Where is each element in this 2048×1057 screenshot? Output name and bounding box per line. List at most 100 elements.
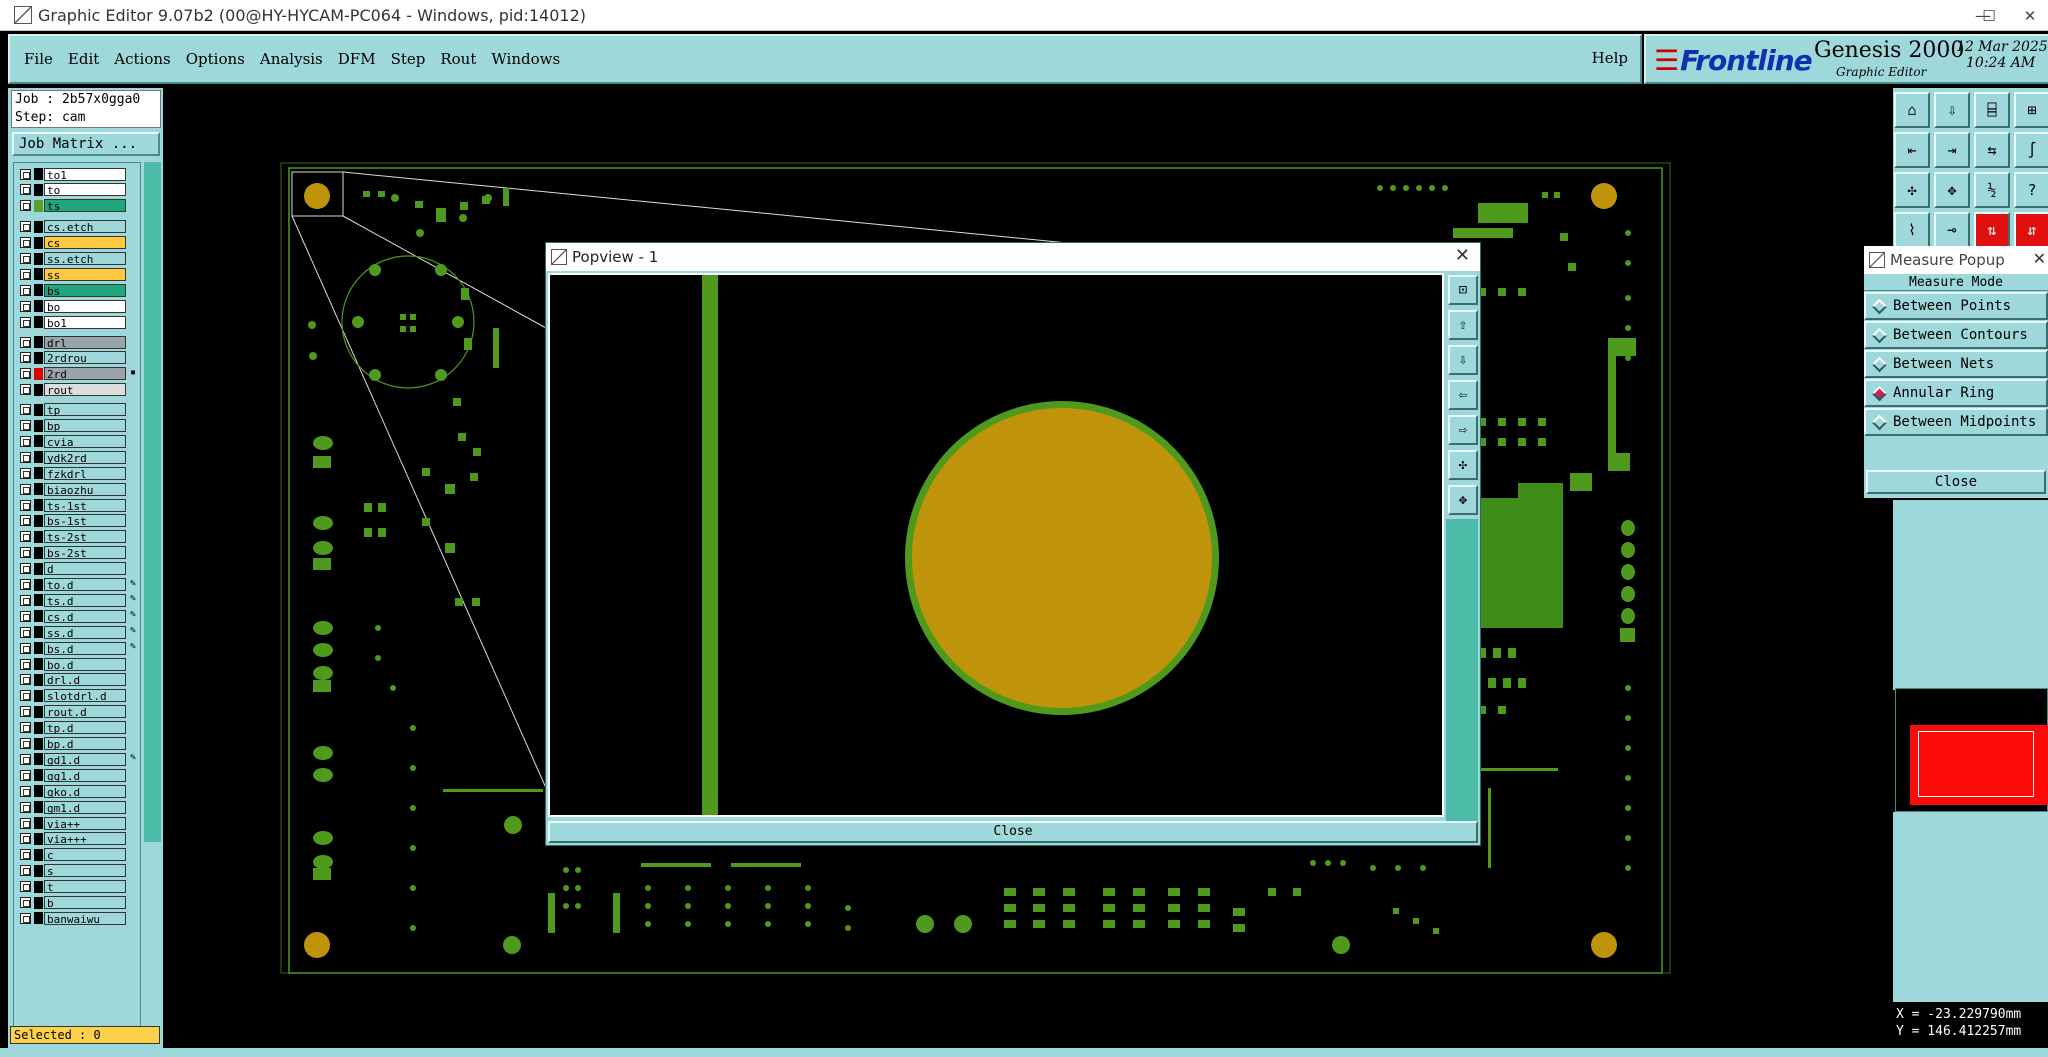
layer-name[interactable]: s [44,864,126,878]
layer-name[interactable]: to [44,183,126,197]
layer-checkbox[interactable] [20,515,31,527]
layer-checkbox[interactable] [20,610,31,622]
layer-checkbox[interactable] [20,547,31,559]
layer-name[interactable]: ydk2rd [44,450,126,465]
layer-checkbox[interactable] [20,184,31,196]
layer-row[interactable]: ydk2rd [20,450,126,465]
layer-checkbox[interactable] [20,801,31,813]
layer-checkbox[interactable] [20,690,31,702]
layer-row[interactable]: rout.d [20,705,126,719]
layer-row[interactable]: bo [20,299,126,314]
tool-down-icon[interactable]: ⇩ [1934,92,1970,128]
layer-row[interactable]: drl.d [20,673,126,687]
menu-analysis[interactable]: Analysis [260,50,323,68]
menu-help[interactable]: Help [1592,49,1628,67]
layer-row[interactable]: 2rdrou [20,351,126,365]
layer-row[interactable]: bp.d [20,737,126,751]
tool-curve-icon[interactable]: ∫ [2014,132,2048,168]
menu-edit[interactable]: Edit [68,50,99,68]
tool-center-icon[interactable]: ✥ [1934,172,1970,208]
layer-row[interactable]: slotdrl.d [20,689,126,703]
layer-name[interactable]: ss.d [44,625,126,640]
popview-title-bar[interactable]: Popview - 1 ✕ [546,243,1480,271]
zoom-home-icon[interactable]: ✣ [1448,450,1478,480]
tool-grid-icon[interactable]: ⊞ [2014,92,2048,128]
tool-measure-icon[interactable]: ⌇ [1894,212,1930,248]
layer-checkbox[interactable] [20,626,31,638]
overview-map[interactable] [1895,688,2048,812]
layer-checkbox[interactable] [20,865,31,877]
layer-name[interactable]: bs [44,283,126,298]
layer-name[interactable]: ts [44,199,126,213]
layer-name[interactable]: bo [44,299,126,314]
layer-name[interactable]: ss [44,267,126,282]
layer-row[interactable]: 2rd ▪ [20,367,136,381]
layer-row[interactable]: cvia [20,434,126,449]
layer-checkbox[interactable] [20,483,31,495]
menu-dfm[interactable]: DFM [338,50,376,68]
layer-checkbox[interactable] [20,769,31,781]
layer-row[interactable]: to.d ✎ [20,578,136,592]
layer-row[interactable]: bs.d ✎ [20,641,136,656]
layer-row[interactable]: bs [20,283,126,298]
menu-file[interactable]: File [24,50,53,68]
tool-snap-alt-icon[interactable]: ⇵ [2014,212,2048,248]
layer-checkbox[interactable] [20,336,31,348]
layer-row[interactable]: ts [20,199,126,213]
layer-name[interactable]: bp.d [44,737,126,751]
layer-name[interactable]: cvia [44,434,126,449]
tool-home-icon[interactable]: ⌂ [1894,92,1930,128]
measure-option-between-contours[interactable]: Between Contours [1864,321,2048,349]
tool-left-icon[interactable]: ⇤ [1894,132,1930,168]
layer-row[interactable]: rout [20,383,126,397]
layer-checkbox[interactable] [20,912,31,924]
layer-row[interactable]: tp.d [20,721,126,735]
layer-checkbox[interactable] [20,316,31,328]
tool-probe-icon[interactable]: ⊸ [1934,212,1970,248]
layer-checkbox[interactable] [20,849,31,861]
layer-checkbox[interactable] [20,284,31,296]
layer-row[interactable]: drl [20,335,126,350]
layer-name[interactable]: tp [44,403,126,417]
layer-checkbox[interactable] [20,753,31,765]
layer-name[interactable]: b [44,896,126,910]
layer-name[interactable]: ts-2st [44,530,126,544]
layer-checkbox[interactable] [20,368,31,380]
layer-name[interactable]: fzkdrl [44,466,126,481]
layer-name[interactable]: 2rdrou [44,351,126,365]
layer-name[interactable]: bs.d [44,641,126,656]
measure-option-annular-ring[interactable]: Annular Ring [1864,379,2048,407]
layer-name[interactable]: via+++ [44,832,126,846]
layer-name[interactable]: bo1 [44,315,126,330]
layer-name[interactable]: 2rd [44,367,126,381]
layer-checkbox[interactable] [20,237,31,249]
measure-title-bar[interactable]: Measure Popup ✕ [1864,246,2048,274]
maximize-button[interactable]: ☐ [1966,0,2012,31]
popview-close-icon[interactable]: ✕ [1455,245,1470,266]
layer-checkbox[interactable] [20,168,31,180]
tool-snap-icon[interactable]: ⇅ [1974,212,2010,248]
layer-checkbox[interactable] [20,674,31,686]
zoom-out-icon[interactable]: ⇩ [1448,345,1478,375]
layer-checkbox[interactable] [20,563,31,575]
tool-ratio-icon[interactable]: ½ [1974,172,2010,208]
layer-name[interactable]: ss.etch [44,252,126,266]
layer-row[interactable]: banwaiwu [20,911,126,926]
measure-option-between-nets[interactable]: Between Nets [1864,350,2048,378]
tool-fit-icon[interactable]: ✣ [1894,172,1930,208]
layer-name[interactable]: to.d [44,578,126,592]
close-window-button[interactable]: ✕ [2012,0,2048,31]
layer-row[interactable]: s [20,864,126,878]
layer-row[interactable]: ss.etch [20,252,126,266]
layer-row[interactable]: biaozhu [20,482,126,497]
layer-row[interactable]: cs.etch [20,220,126,234]
layer-checkbox[interactable] [20,435,31,447]
tool-building-icon[interactable]: ⌸ [1974,92,2010,128]
layer-row[interactable]: t [20,880,126,894]
layer-name[interactable]: banwaiwu [44,911,126,926]
layer-name[interactable]: ts-1st [44,498,126,513]
layer-name[interactable]: tp.d [44,721,126,735]
layer-name[interactable]: bp [44,419,126,433]
layer-name[interactable]: gko.d [44,784,126,799]
layer-checkbox[interactable] [20,420,31,431]
